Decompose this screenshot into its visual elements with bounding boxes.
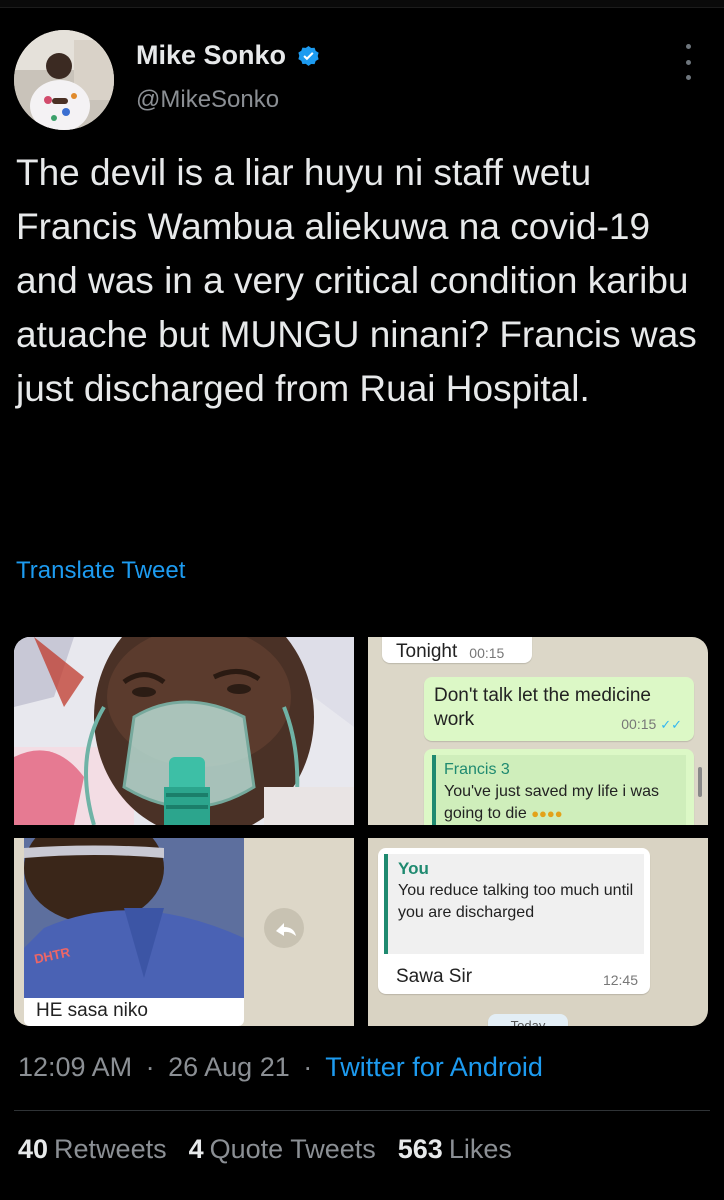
photo-caption: HE sasa niko xyxy=(36,1000,148,1021)
likes-stat[interactable]: 563 Likes xyxy=(398,1134,512,1165)
outgoing-message-bubble: Don't talk let the medicine work 00:15 ✓… xyxy=(424,677,694,741)
oxygen-mask-photo xyxy=(14,637,354,825)
crying-emoji-icon: ●●●● xyxy=(531,806,563,821)
quote-tweets-stat[interactable]: 4 Quote Tweets xyxy=(189,1134,376,1165)
forward-arrow-icon[interactable] xyxy=(264,908,304,948)
more-vertical-icon[interactable] xyxy=(676,44,700,80)
quote-tweets-label: Quote Tweets xyxy=(209,1134,376,1164)
likes-count: 563 xyxy=(397,1134,443,1164)
scroll-indicator xyxy=(698,767,702,797)
tweet-date[interactable]: 26 Aug 21 xyxy=(168,1052,290,1082)
reply-text-2: Sawa Sir xyxy=(396,966,473,987)
author-avatar[interactable] xyxy=(14,30,114,130)
media-photo-oxygen-mask[interactable] xyxy=(14,637,354,825)
double-check-icon: ✓✓ xyxy=(660,717,682,732)
outgoing-message-text: Don't talk let the medicine work xyxy=(434,685,651,730)
quoted-message: You You reduce talking too much until yo… xyxy=(384,854,644,954)
divider xyxy=(14,1110,710,1111)
verified-badge-icon xyxy=(298,45,319,66)
retweets-label: Retweets xyxy=(54,1134,167,1164)
date-bubble-tonight: Tonight 00:15 xyxy=(382,637,532,663)
media-selfie-photo[interactable]: DHTR HE sasa niko xyxy=(14,838,354,1026)
tweet-time[interactable]: 12:09 AM xyxy=(18,1052,132,1082)
author-name[interactable]: Mike Sonko xyxy=(136,40,286,71)
reply-bubble: Francis 3 You've just saved my life i wa… xyxy=(424,749,694,825)
media-whatsapp-chat-1[interactable]: Tonight 00:15 Don't talk let the medicin… xyxy=(368,637,708,825)
media-whatsapp-chat-2[interactable]: You You reduce talking too much until yo… xyxy=(368,838,708,1026)
tonight-time: 00:15 xyxy=(469,645,505,661)
tweet-stats: 40 Retweets 4 Quote Tweets 563 Likes xyxy=(18,1134,534,1165)
meta-separator: · xyxy=(145,1052,155,1082)
reply-quote: Francis 3 You've just saved my life i wa… xyxy=(432,755,686,825)
author-name-row[interactable]: Mike Sonko xyxy=(136,40,322,71)
avatar-image xyxy=(14,30,114,130)
outgoing-message-time: 00:15 ✓✓ xyxy=(621,712,682,737)
quoted-sender: You xyxy=(398,859,429,878)
top-border xyxy=(0,0,724,8)
quote-tweets-count: 4 xyxy=(188,1134,204,1164)
outgoing-time-value: 00:15 xyxy=(621,716,657,732)
likes-label: Likes xyxy=(448,1134,512,1164)
tweet-meta: 12:09 AM · 26 Aug 21 · Twitter for Andro… xyxy=(18,1052,543,1083)
source-app-link[interactable]: Twitter for Android xyxy=(325,1052,543,1082)
meta-separator: · xyxy=(303,1052,313,1082)
reply-sender: Francis 3 xyxy=(444,761,510,778)
today-label: Today xyxy=(510,1018,546,1026)
author-handle[interactable]: @MikeSonko xyxy=(136,86,279,114)
retweets-count: 40 xyxy=(18,1134,49,1164)
tonight-label: Tonight xyxy=(396,641,458,662)
reply-bubble-2: You You reduce talking too much until yo… xyxy=(378,848,650,994)
date-bubble-today: Today xyxy=(488,1014,568,1026)
reply-time-2: 12:45 xyxy=(602,972,638,988)
photo-caption-bubble: HE sasa niko xyxy=(24,998,244,1026)
tweet-text: The devil is a liar huyu ni staff wetu F… xyxy=(16,152,697,409)
retweets-stat[interactable]: 40 Retweets xyxy=(18,1134,167,1165)
quoted-text: You reduce talking too much until you ar… xyxy=(398,882,634,921)
translate-tweet-link[interactable]: Translate Tweet xyxy=(16,557,185,585)
